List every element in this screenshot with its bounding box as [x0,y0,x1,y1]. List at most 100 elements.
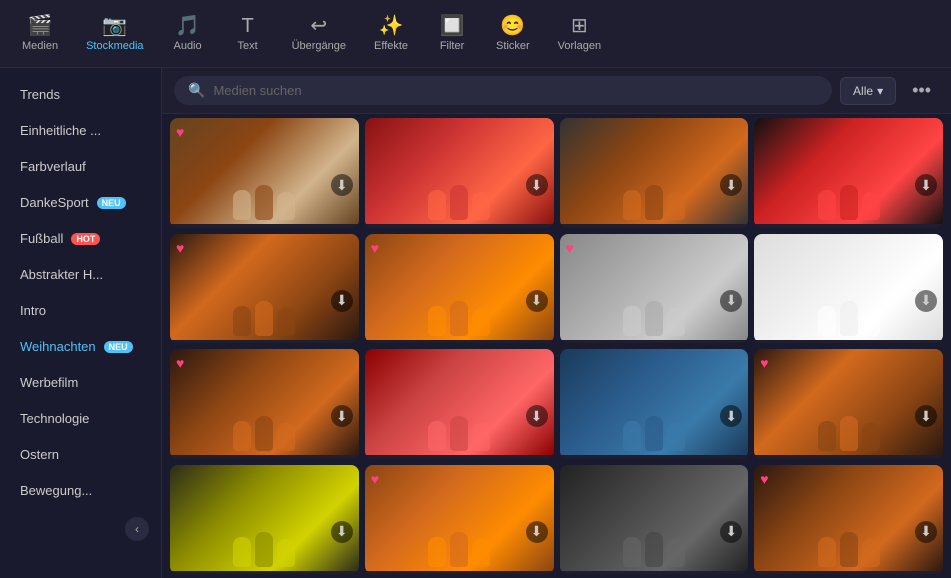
uebergaenge-icon: ↩ [310,16,327,36]
media-card[interactable]: ♥ ⬇ Glückliche Freunde beim W... [170,234,359,344]
nav-item-uebergaenge[interactable]: ↩ Übergänge [278,10,360,58]
download-icon[interactable]: ⬇ [720,290,742,312]
sidebar-collapse-button[interactable]: ‹ [125,517,149,541]
filter-dropdown[interactable]: Alle ▾ [840,77,896,105]
effekte-icon: ✨ [379,16,404,36]
nav-label-uebergaenge: Übergänge [292,40,346,52]
media-card[interactable]: ♥ ⬇ Glückliche Freunde beim W... [754,465,943,575]
sidebar-label-intro: Intro [20,303,46,318]
heart-icon: ♥ [760,471,768,487]
sidebar-item-intro[interactable]: Intro [4,293,157,328]
download-icon[interactable]: ⬇ [331,521,353,543]
sidebar-label-abstrakt: Abstrakter H... [20,267,103,282]
download-icon[interactable]: ⬇ [526,290,548,312]
media-label: glückliche Familie, die zu Ha... [170,571,359,574]
sidebar-item-ostern[interactable]: Ostern [4,437,157,472]
media-thumbnail: ♥ ⬇ [754,349,943,455]
download-icon[interactable]: ⬇ [526,405,548,427]
nav-item-sticker[interactable]: 😊 Sticker [482,10,544,58]
main-area: Trends Einheitliche ... Farbverlauf Dank… [0,68,951,578]
nav-item-text[interactable]: T Text [218,10,278,58]
media-thumbnail: ♥ ⬇ [365,465,554,571]
sidebar-item-werbefilm[interactable]: Werbefilm [4,365,157,400]
nav-item-vorlagen[interactable]: ⊞ Vorlagen [544,10,615,58]
sidebar-label-ostern: Ostern [20,447,59,462]
media-label: Glückliche Freunde, die bei... [365,571,554,574]
heart-icon: ♥ [176,355,184,371]
download-icon[interactable]: ⬇ [915,405,937,427]
media-thumbnail: ♥ ⬇ [754,465,943,571]
media-card[interactable]: ⬇ glückliche Familie, die zu Ha... [170,465,359,575]
download-icon[interactable]: ⬇ [331,290,353,312]
download-icon[interactable]: ⬇ [915,174,937,196]
media-card[interactable]: ♥ ⬇ Glückliche Freunde, die zu H... [560,234,749,344]
download-icon[interactable]: ⬇ [915,290,937,312]
download-icon[interactable]: ⬇ [526,174,548,196]
badge-dankesport: NEU [97,197,126,209]
media-label: Glückliche Freunde mit Wun... [365,340,554,343]
search-input[interactable] [213,83,818,98]
nav-label-vorlagen: Vorlagen [558,40,601,52]
more-options-button[interactable]: ••• [904,76,939,105]
media-label: Afrikanische Familie mit Tab... [560,571,749,574]
media-card[interactable]: ♥ ⬇ Glückliche Familie mit Weih... [754,349,943,459]
media-card[interactable]: ♥ ⬇ Glückliche Freunde, die Wei... [170,118,359,228]
sidebar-label-fussball: Fußball [20,231,63,246]
nav-item-audio[interactable]: 🎵 Audio [158,10,218,58]
media-card[interactable]: ⬇ Afrikanische Familie öffnet ... [754,118,943,228]
download-icon[interactable]: ⬇ [331,405,353,427]
sidebar-label-technologie: Technologie [20,411,89,426]
media-thumbnail: ⬇ [365,118,554,224]
media-card[interactable]: ⬇ Freunde feiern Weihnachten... [754,234,943,344]
sidebar-label-weihnachten: Weihnachten [20,339,96,354]
sidebar-label-trends: Trends [20,87,60,102]
nav-item-effekte[interactable]: ✨ Effekte [360,10,422,58]
sidebar-item-technologie[interactable]: Technologie [4,401,157,436]
nav-label-medien: Medien [22,40,58,52]
search-input-wrap[interactable]: 🔍 [174,76,832,105]
download-icon[interactable]: ⬇ [526,521,548,543]
media-card[interactable]: ♥ ⬇ Glückliche Freunde, die bei... [365,465,554,575]
media-thumbnail: ♥ ⬇ [170,234,359,340]
nav-item-medien[interactable]: 🎬 Medien [8,10,72,58]
sidebar-item-abstrakt[interactable]: Abstrakter H... [4,257,157,292]
nav-label-effekte: Effekte [374,40,408,52]
sidebar-item-einheitliche[interactable]: Einheitliche ... [4,113,157,148]
media-card[interactable]: ⬇ Freunde essen weihnachtses... [560,118,749,228]
sidebar-item-bewegung[interactable]: Bewegung... [4,473,157,508]
sidebar-label-bewegung: Bewegung... [20,483,92,498]
sidebar-item-fussball[interactable]: Fußball HOT [4,221,157,256]
sidebar-label-einheitliche: Einheitliche ... [20,123,101,138]
nav-item-stockmedia[interactable]: 📷 Stockmedia [72,10,157,58]
media-card[interactable]: ♥ ⬇ Glückliche Freunde mit Wun... [365,234,554,344]
download-icon[interactable]: ⬇ [331,174,353,196]
sidebar-item-trends[interactable]: Trends [4,77,157,112]
sidebar-item-weihnachten[interactable]: Weihnachten NEU [4,329,157,364]
download-icon[interactable]: ⬇ [720,521,742,543]
media-thumbnail: ♥ ⬇ [560,234,749,340]
sidebar: Trends Einheitliche ... Farbverlauf Dank… [0,68,162,578]
download-icon[interactable]: ⬇ [915,521,937,543]
media-card[interactable]: ⬇ Mann schenkt Frau am Vale... [365,349,554,459]
sidebar-item-farbverlauf[interactable]: Farbverlauf [4,149,157,184]
media-label: Glückliche Freunde beim W... [754,571,943,574]
media-label: Glückliche Freunde beim W... [170,455,359,458]
search-icon: 🔍 [188,82,205,99]
media-card[interactable]: ⬇ Afrikanische Familie mit Tab... [560,465,749,575]
media-thumbnail: ⬇ [754,118,943,224]
nav-label-sticker: Sticker [496,40,530,52]
sidebar-item-dankesport[interactable]: DankeSport NEU [4,185,157,220]
sidebar-label-dankesport: DankeSport [20,195,89,210]
chevron-down-icon: ▾ [877,84,883,98]
media-label: Freunde essen weihnachtses... [560,224,749,227]
badge-weihnachten: NEU [104,341,133,353]
media-thumbnail: ♥ ⬇ [365,234,554,340]
media-label: Glückliche Freunde, die zu H... [560,340,749,343]
media-card[interactable]: ⬇ Afrikanische Familie liest zu ... [560,349,749,459]
media-card[interactable]: ♥ ⬇ Glückliche Freunde beim W... [170,349,359,459]
media-label: Glückliche Freunde, die Wei... [170,224,359,227]
nav-label-text: Text [237,40,257,52]
media-card[interactable]: ⬇ glückliches Paar, das am Val... [365,118,554,228]
nav-item-filter[interactable]: 🔲 Filter [422,10,482,58]
media-label: Mann schenkt Frau am Vale... [365,455,554,458]
